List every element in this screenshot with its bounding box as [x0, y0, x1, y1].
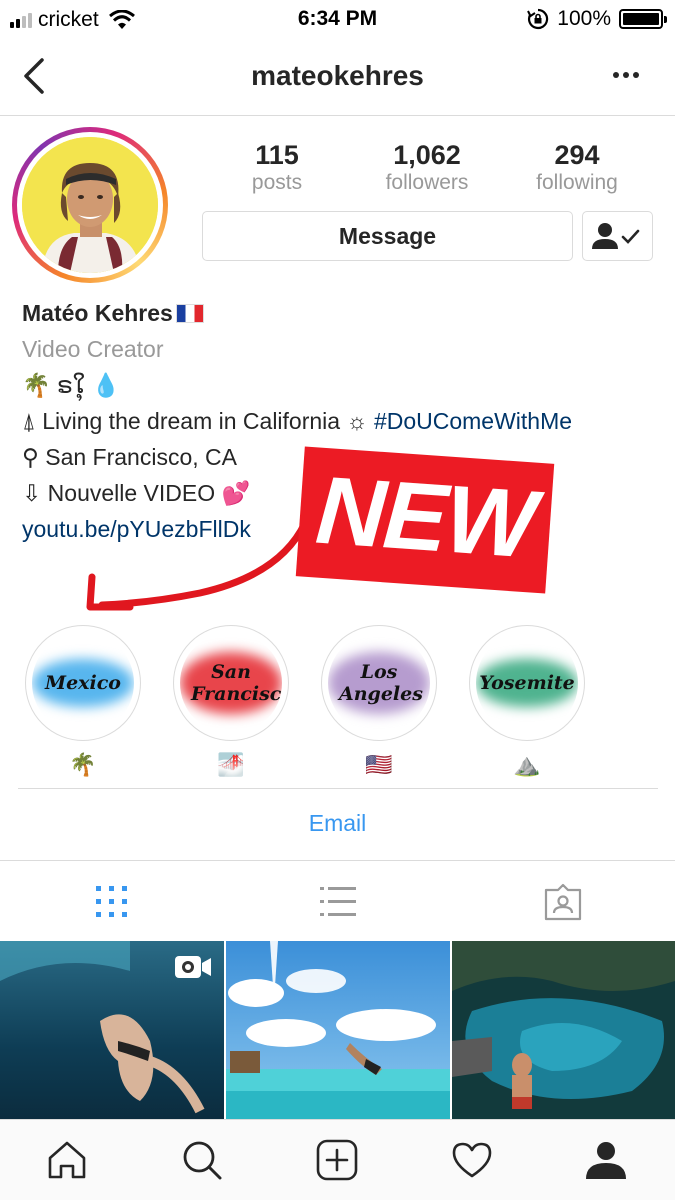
- bio-line-2-text: ⍋ Living the dream in California ☼: [22, 408, 374, 434]
- highlight-san-francisco[interactable]: San Francisco 🌁: [173, 625, 289, 779]
- bio-line-2: ⍋ Living the dream in California ☼ #DoUC…: [22, 403, 662, 439]
- highlight-emoji: ⛰️: [513, 752, 541, 777]
- profile-photo: [22, 137, 158, 273]
- search-icon[interactable]: [180, 1138, 224, 1182]
- profile-view-tabs: [0, 860, 675, 940]
- profile-category: Video Creator: [22, 336, 164, 362]
- posts-count: 115: [255, 140, 299, 170]
- following-label: following: [536, 171, 618, 194]
- battery-percentage: 100%: [557, 7, 611, 30]
- new-banner: NEW: [295, 446, 555, 594]
- battery-icon: [619, 9, 667, 29]
- highlight-title: San Francisco: [191, 661, 282, 705]
- highlight-mexico[interactable]: Mexico 🌴: [25, 625, 141, 779]
- post-thumbnail-beach[interactable]: [226, 941, 450, 1119]
- france-flag-icon: [176, 305, 203, 322]
- new-banner-text: NEW: [312, 456, 538, 579]
- posts-grid: [0, 941, 675, 1119]
- red-arrow-annotation: [86, 519, 309, 611]
- rotation-lock-icon: [527, 8, 549, 30]
- stat-posts: 115 posts: [217, 140, 337, 196]
- stat-followers[interactable]: 1,062 followers: [367, 140, 487, 196]
- divider: [18, 788, 658, 789]
- status-right: 100%: [527, 7, 667, 31]
- post-image: [452, 941, 675, 1119]
- stat-following[interactable]: 294 following: [517, 140, 637, 196]
- home-icon[interactable]: [45, 1138, 89, 1182]
- profile-header-bar: mateokehres: [0, 38, 675, 116]
- following-status-button[interactable]: [582, 211, 653, 261]
- hashtag-link[interactable]: #DoUComeWithMe: [374, 408, 572, 434]
- highlight-emoji: 🌁: [217, 752, 245, 777]
- posts-label: posts: [251, 171, 303, 194]
- post-thumbnail-underwater[interactable]: [0, 941, 224, 1119]
- grid-view-icon[interactable]: [92, 882, 132, 922]
- message-button[interactable]: Message: [202, 211, 573, 261]
- list-view-icon[interactable]: [318, 882, 358, 922]
- profile-tab-icon[interactable]: [584, 1138, 628, 1182]
- person-check-icon: [592, 223, 640, 249]
- followers-label: followers: [385, 171, 469, 194]
- bottom-tab-bar: [0, 1119, 675, 1200]
- highlight-emoji: 🇺🇸: [365, 752, 393, 777]
- tagged-photos-icon[interactable]: [543, 882, 583, 922]
- following-count: 294: [554, 140, 600, 170]
- post-thumbnail-cenote[interactable]: [452, 941, 675, 1119]
- bio-name-line: Matéo Kehres: [22, 295, 662, 331]
- highlight-emoji: 🌴: [69, 752, 97, 777]
- status-bar: cricket 6:34 PM 100%: [0, 0, 675, 38]
- highlight-title: Yosemite: [479, 672, 575, 694]
- story-ring[interactable]: [12, 127, 168, 283]
- bio-line-1: 🌴 ຣໃຸ 💧: [22, 372, 121, 398]
- post-image: [226, 941, 450, 1119]
- followers-count: 1,062: [393, 140, 461, 170]
- profile-username: mateokehres: [251, 60, 424, 91]
- highlight-title: Mexico: [45, 672, 121, 694]
- activity-heart-icon[interactable]: [450, 1138, 494, 1182]
- highlight-title: Los Angeles: [339, 661, 423, 705]
- avatar[interactable]: [22, 137, 158, 273]
- full-name: Matéo Kehres: [22, 300, 173, 326]
- highlight-yosemite[interactable]: Yosemite ⛰️: [469, 625, 585, 779]
- more-options-button[interactable]: [613, 72, 639, 78]
- new-post-icon[interactable]: [315, 1138, 359, 1182]
- video-post-icon: [175, 956, 211, 978]
- email-button[interactable]: Email: [0, 810, 675, 837]
- highlight-los-angeles[interactable]: Los Angeles 🇺🇸: [321, 625, 437, 779]
